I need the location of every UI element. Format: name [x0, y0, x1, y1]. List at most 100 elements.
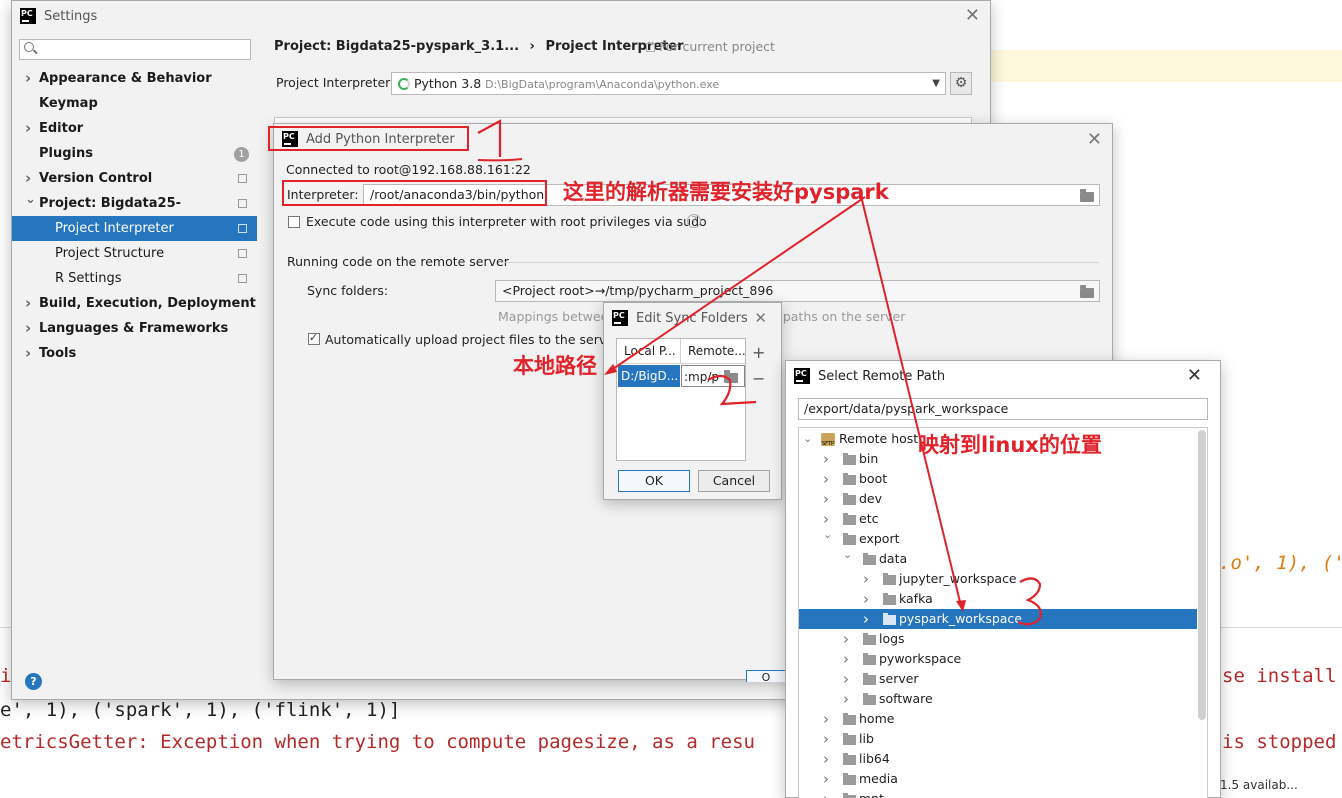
tree-node-jupyter-workspace[interactable]: › jupyter_workspace: [799, 569, 1197, 589]
editor-highlight-line: [990, 50, 1342, 82]
tree-node-label: pyspark_workspace: [899, 611, 1022, 626]
auto-upload-checkbox[interactable]: [308, 331, 320, 345]
close-icon[interactable]: ✕: [1087, 129, 1102, 150]
sync-folders-table: Local P... Remote... D:/BigD... :mp/p: [616, 338, 747, 461]
close-icon[interactable]: ✕: [965, 5, 980, 26]
sidebar-item-appearance-behavior[interactable]: › Appearance & Behavior: [12, 66, 257, 91]
sidebar-item-label: Keymap: [39, 96, 98, 111]
chevron-right-icon[interactable]: ›: [823, 769, 829, 789]
chevron-right-icon[interactable]: ›: [843, 629, 849, 649]
table-cell-remote-editor[interactable]: :mp/p: [681, 365, 745, 387]
browse-folder-icon[interactable]: [724, 370, 738, 383]
chevron-right-icon[interactable]: ›: [25, 291, 31, 316]
sidebar-item-plugins[interactable]: Plugins 1: [12, 141, 257, 166]
chevron-right-icon[interactable]: ›: [823, 789, 829, 798]
remove-mapping-button[interactable]: −: [752, 369, 765, 388]
chevron-down-icon[interactable]: ⌄: [803, 429, 812, 449]
tree-node-pyworkspace[interactable]: › pyworkspace: [799, 649, 1197, 669]
help-icon[interactable]: ?: [687, 214, 701, 228]
chevron-right-icon[interactable]: ›: [863, 609, 869, 629]
tree-node-lib64[interactable]: › lib64: [799, 749, 1197, 769]
sidebar-item-project-bigdata25-pyspark-3-1[interactable]: ⌄Project: Bigdata25-pyspark_3.1...: [12, 191, 257, 236]
chevron-right-icon[interactable]: ›: [25, 116, 31, 141]
chevron-down-icon[interactable]: ⌄: [843, 545, 852, 565]
tree-node-mnt[interactable]: › mnt: [799, 789, 1197, 798]
sidebar-item-languages-frameworks[interactable]: › Languages & Frameworks: [12, 316, 257, 341]
chevron-right-icon[interactable]: ›: [25, 316, 31, 341]
console-line-install: se install: [1222, 665, 1337, 687]
remote-path-title: Select Remote Path: [818, 368, 946, 384]
tree-node-boot[interactable]: › boot: [799, 469, 1197, 489]
sidebar-item-keymap[interactable]: Keymap: [12, 91, 257, 116]
sidebar-item-label: Languages & Frameworks: [39, 321, 229, 336]
column-header-remote[interactable]: Remote...: [681, 339, 747, 364]
chevron-right-icon[interactable]: ›: [823, 489, 829, 509]
tree-node-export[interactable]: ⌄ export: [799, 528, 1197, 549]
close-icon[interactable]: ✕: [754, 309, 767, 327]
tree-scrollbar[interactable]: [1198, 430, 1206, 720]
project-interpreter-select[interactable]: Python 3.8 D:\BigData\program\Anaconda\p…: [391, 72, 946, 95]
tree-node-label: pyworkspace: [879, 651, 962, 666]
browse-folder-icon[interactable]: [1080, 285, 1094, 298]
chevron-right-icon[interactable]: ›: [843, 689, 849, 709]
sidebar-item-r-settings[interactable]: R Settings: [12, 266, 257, 291]
folder-icon: [883, 573, 896, 585]
ok-button[interactable]: OK: [618, 470, 690, 492]
sidebar-item-tools[interactable]: › Tools: [12, 341, 257, 366]
chevron-right-icon[interactable]: ›: [823, 709, 829, 729]
remote-file-tree: ⌄ SFTP Remote host › bin › boot › dev › etc ⌄ exp…: [798, 427, 1208, 798]
cancel-button[interactable]: Cancel: [698, 470, 770, 492]
chevron-down-icon[interactable]: ⌄: [823, 525, 832, 545]
close-icon[interactable]: ✕: [1187, 365, 1202, 386]
ok-button[interactable]: O: [746, 670, 786, 682]
tree-node-kafka[interactable]: › kafka: [799, 589, 1197, 609]
tree-node-server[interactable]: › server: [799, 669, 1197, 689]
settings-search-input[interactable]: [19, 39, 251, 60]
tree-node-data[interactable]: ⌄ data: [799, 548, 1197, 569]
sidebar-item-project-structure[interactable]: Project Structure: [12, 241, 257, 266]
folder-icon: [863, 693, 876, 705]
table-cell-local[interactable]: D:/BigD...: [618, 365, 680, 387]
update-badge: 1: [234, 147, 249, 162]
folder-icon: [843, 713, 856, 725]
chevron-right-icon[interactable]: ›: [823, 449, 829, 469]
settings-titlebar: PC Settings: [12, 1, 990, 31]
column-header-local[interactable]: Local P...: [617, 339, 681, 364]
add-mapping-button[interactable]: +: [752, 343, 765, 362]
sidebar-item-editor[interactable]: › Editor: [12, 116, 257, 141]
tree-node-home[interactable]: › home: [799, 709, 1197, 729]
help-icon[interactable]: ?: [25, 673, 42, 690]
table-cell-remote-text: :mp/p: [684, 370, 720, 384]
breadcrumb-project[interactable]: Project: Bigdata25-pyspark_3.1...: [274, 39, 519, 54]
folder-icon: [843, 453, 856, 465]
remote-path-input[interactable]: /export/data/pyspark_workspace: [798, 398, 1208, 420]
tree-node-lib[interactable]: › lib: [799, 729, 1197, 749]
sidebar-item-project-interpreter[interactable]: Project Interpreter: [12, 216, 257, 241]
chevron-right-icon[interactable]: ›: [25, 341, 31, 366]
tree-node-etc[interactable]: › etc: [799, 509, 1197, 529]
tree-node-dev[interactable]: › dev: [799, 489, 1197, 509]
sidebar-item-version-control[interactable]: › Version Control: [12, 166, 257, 191]
tree-node-media[interactable]: › media: [799, 769, 1197, 789]
chevron-right-icon[interactable]: ›: [843, 669, 849, 689]
folder-icon: [883, 613, 896, 625]
sync-folders-input[interactable]: <Project root>→/tmp/pycharm_project_896: [495, 280, 1100, 302]
tree-node-software[interactable]: › software: [799, 689, 1197, 709]
sidebar-item-build-execution-deployment[interactable]: › Build, Execution, Deployment: [12, 291, 257, 316]
chevron-right-icon[interactable]: ›: [863, 569, 869, 589]
chevron-right-icon[interactable]: ›: [823, 729, 829, 749]
chevron-down-icon[interactable]: ⌄: [25, 187, 36, 212]
tree-node-pyspark-workspace[interactable]: › pyspark_workspace: [799, 609, 1197, 629]
code-fragment-tuples: .o', 1), (': [1219, 552, 1342, 574]
gear-icon[interactable]: ⚙: [950, 72, 972, 95]
browse-folder-icon[interactable]: [1080, 189, 1094, 202]
chevron-right-icon[interactable]: ›: [863, 589, 869, 609]
chevron-right-icon[interactable]: ›: [823, 469, 829, 489]
chevron-right-icon[interactable]: ›: [843, 649, 849, 669]
sudo-checkbox[interactable]: [288, 216, 300, 228]
chevron-right-icon[interactable]: ›: [823, 749, 829, 769]
breadcrumb: Project: Bigdata25-pyspark_3.1... › Proj…: [274, 39, 684, 54]
tree-node-logs[interactable]: › logs: [799, 629, 1197, 649]
chevron-right-icon[interactable]: ›: [25, 66, 31, 91]
console-output-line: e', 1), ('spark', 1), ('flink', 1)]: [0, 699, 401, 721]
